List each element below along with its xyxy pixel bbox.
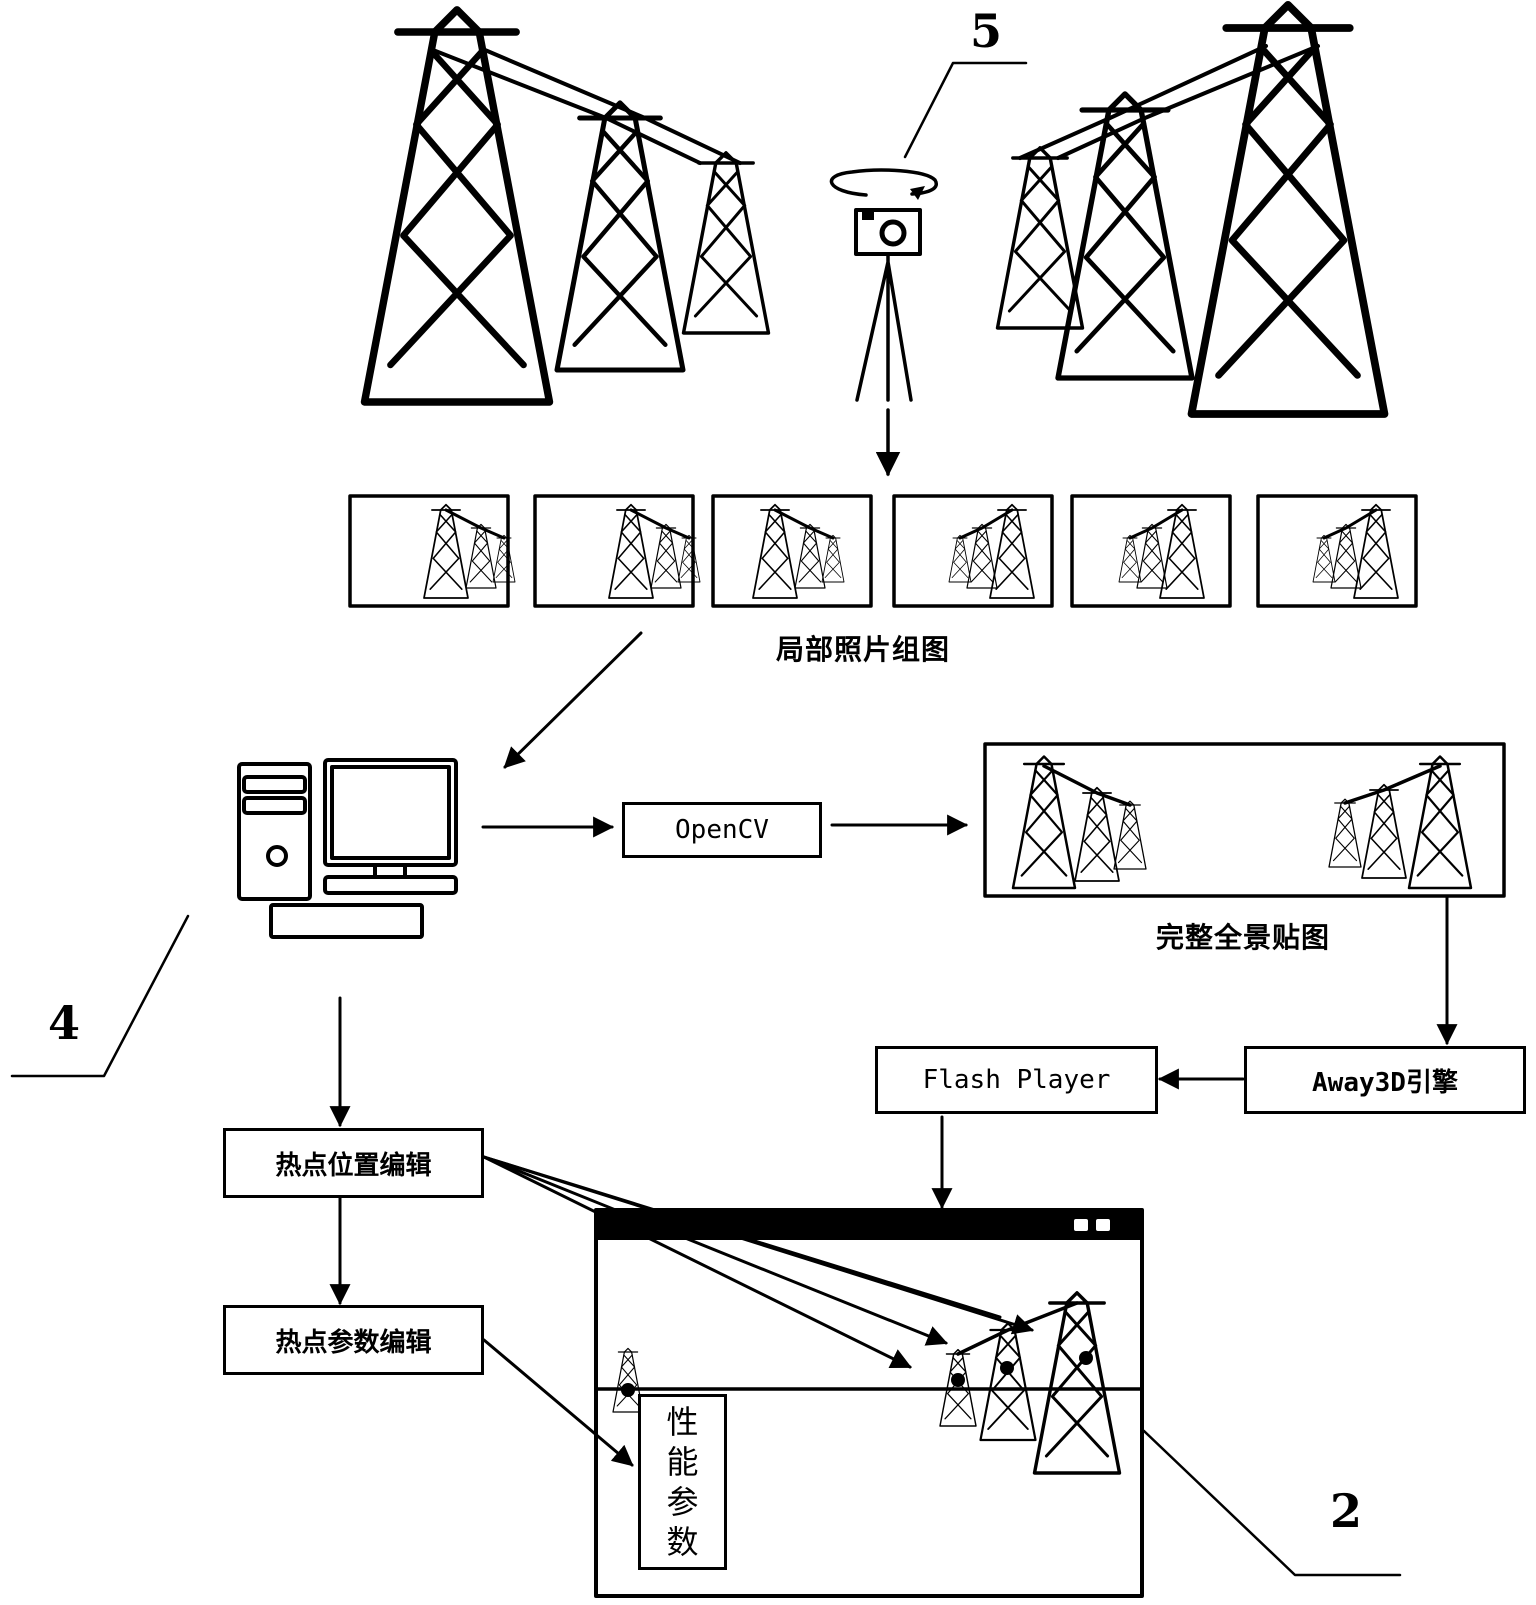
reference-numeral-5: 5	[970, 4, 1003, 58]
window-button[interactable]	[1074, 1219, 1088, 1231]
full-panorama-caption: 完整全景贴图	[1156, 921, 1331, 954]
hotspot-marker[interactable]	[1079, 1351, 1093, 1365]
popup-char: 能	[666, 1443, 699, 1481]
away3d-label: Away3D引擎	[1312, 1067, 1458, 1098]
left-tower-group	[365, 10, 771, 402]
tower-icon	[1361, 783, 1407, 879]
partial-photo-thumbnail	[533, 494, 701, 608]
tower-icon	[557, 103, 683, 370]
hotspot-parameter-edit-box[interactable]: 热点参数编辑	[223, 1305, 484, 1375]
tower-icon	[1113, 800, 1147, 870]
opencv-box[interactable]: OpenCV	[622, 802, 822, 858]
partial-photo-thumbnail	[348, 494, 516, 608]
hotspot-marker[interactable]	[951, 1373, 965, 1387]
popup-char: 数	[666, 1523, 699, 1561]
tower-icon	[681, 151, 771, 335]
hotspot-marker[interactable]	[1000, 1361, 1014, 1375]
popup-char: 参	[666, 1483, 699, 1521]
performance-parameters-popup[interactable]: 性 能 参 数	[638, 1394, 727, 1570]
flash-player-box[interactable]: Flash Player	[875, 1046, 1158, 1114]
away3d-engine-box[interactable]: Away3D引擎	[1244, 1046, 1526, 1114]
tower-icon	[995, 146, 1085, 330]
right-tower-group	[995, 5, 1385, 414]
opencv-label: OpenCV	[675, 815, 769, 845]
tower-icon	[1074, 786, 1120, 882]
partial-photo-thumbnail	[711, 494, 873, 608]
popup-char: 性	[666, 1403, 699, 1441]
computer-icon	[237, 758, 458, 939]
tower-icon	[1032, 1291, 1122, 1475]
window-button[interactable]	[1096, 1219, 1110, 1231]
partial-photo-thumbnail	[1070, 494, 1232, 608]
reference-numeral-2: 2	[1330, 1484, 1363, 1538]
tower-icon	[821, 534, 845, 583]
partial-photo-strip	[348, 494, 1418, 608]
tower-icon	[1058, 94, 1192, 378]
tripod-icon	[855, 252, 913, 402]
reference-numeral-4: 4	[48, 996, 81, 1050]
tower-icon	[365, 10, 550, 402]
hotspot-position-edit-label: 热点位置编辑	[275, 1150, 432, 1181]
partial-photos-caption: 局部照片组图	[776, 633, 951, 666]
tower-icon	[677, 534, 701, 583]
flash-player-label: Flash Player	[922, 1065, 1111, 1095]
tower-icon	[1118, 534, 1142, 583]
partial-photo-thumbnail	[892, 494, 1054, 608]
hotspot-parameter-edit-label: 热点参数编辑	[275, 1327, 432, 1358]
tower-icon	[1328, 798, 1362, 868]
panorama-camera	[829, 61, 1028, 477]
tower-icon	[492, 534, 516, 583]
hotspot-position-edit-box[interactable]: 热点位置编辑	[223, 1128, 484, 1198]
power-line	[1018, 44, 1320, 160]
partial-photo-thumbnail	[1256, 494, 1418, 608]
tower-icon	[948, 534, 972, 583]
tower-icon	[1312, 534, 1336, 583]
